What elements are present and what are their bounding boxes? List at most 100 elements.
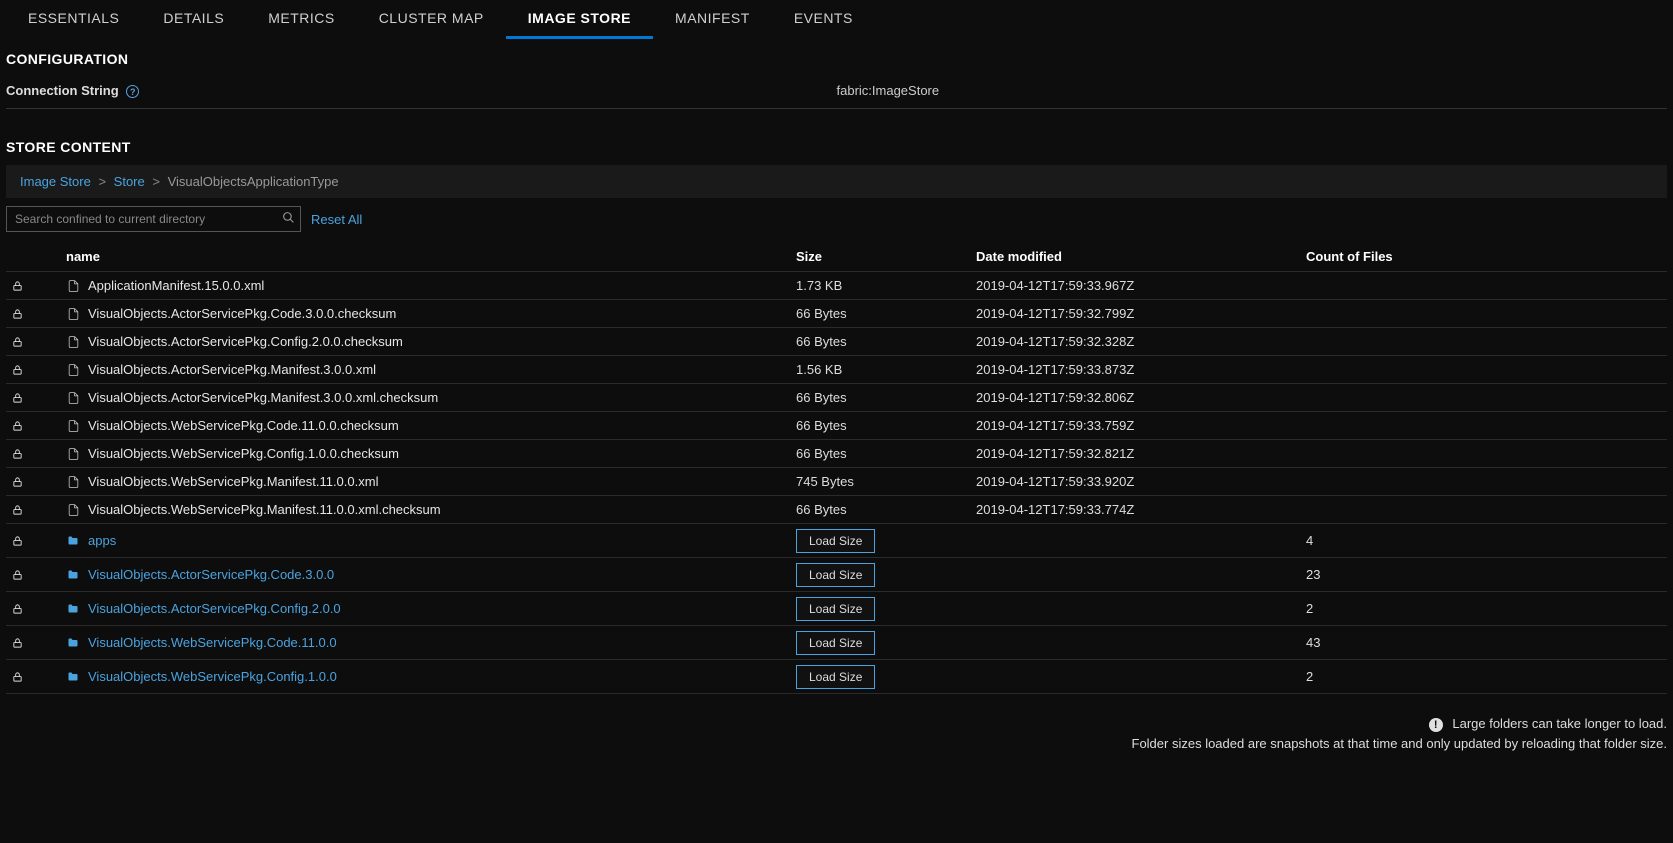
file-icon xyxy=(66,447,80,461)
date-cell: 2019-04-12T17:59:32.806Z xyxy=(976,390,1306,405)
size-cell: 66 Bytes xyxy=(796,446,976,461)
tab-image-store[interactable]: IMAGE STORE xyxy=(506,0,653,39)
lock-icon xyxy=(6,392,66,404)
col-size[interactable]: Size xyxy=(796,249,976,264)
lock-icon xyxy=(6,671,66,683)
lock-icon xyxy=(6,336,66,348)
file-name-cell: VisualObjects.ActorServicePkg.Config.2.0… xyxy=(66,334,796,349)
folder-name-cell[interactable]: VisualObjects.ActorServicePkg.Code.3.0.0 xyxy=(66,567,796,582)
table-row: appsLoad Size4 xyxy=(6,524,1667,558)
col-name[interactable]: name xyxy=(66,249,796,264)
file-icon xyxy=(66,307,80,321)
tab-events[interactable]: EVENTS xyxy=(772,0,875,39)
table-row: VisualObjects.ActorServicePkg.Manifest.3… xyxy=(6,356,1667,384)
folder-icon xyxy=(66,568,80,582)
search-input[interactable] xyxy=(6,206,301,232)
load-size-button[interactable]: Load Size xyxy=(796,665,875,689)
date-cell: 2019-04-12T17:59:32.328Z xyxy=(976,334,1306,349)
lock-icon xyxy=(6,504,66,516)
connection-string-label-text: Connection String xyxy=(6,83,119,98)
row-name: VisualObjects.WebServicePkg.Config.1.0.0… xyxy=(88,446,399,461)
file-name-cell: VisualObjects.WebServicePkg.Code.11.0.0.… xyxy=(66,418,796,433)
tab-metrics[interactable]: METRICS xyxy=(246,0,357,39)
lock-icon xyxy=(6,448,66,460)
lock-icon xyxy=(6,420,66,432)
tab-essentials[interactable]: ESSENTIALS xyxy=(6,0,141,39)
config-row: Connection String ? fabric:ImageStore xyxy=(6,77,1667,109)
lock-icon xyxy=(6,637,66,649)
file-name-cell: VisualObjects.ActorServicePkg.Manifest.3… xyxy=(66,390,796,405)
row-name[interactable]: VisualObjects.WebServicePkg.Code.11.0.0 xyxy=(88,635,337,650)
size-cell: Load Size xyxy=(796,529,976,553)
configuration-heading: CONFIGURATION xyxy=(6,51,1667,67)
col-date[interactable]: Date modified xyxy=(976,249,1306,264)
table-row: VisualObjects.ActorServicePkg.Code.3.0.0… xyxy=(6,300,1667,328)
count-cell: 2 xyxy=(1306,601,1667,616)
size-cell: 1.73 KB xyxy=(796,278,976,293)
store-table: name Size Date modified Count of Files A… xyxy=(6,242,1667,694)
lock-icon xyxy=(6,476,66,488)
row-name: VisualObjects.ActorServicePkg.Manifest.3… xyxy=(88,362,376,377)
footer-line2: Folder sizes loaded are snapshots at tha… xyxy=(6,734,1667,754)
size-cell: 745 Bytes xyxy=(796,474,976,489)
row-name[interactable]: VisualObjects.ActorServicePkg.Config.2.0… xyxy=(88,601,341,616)
tab-bar: ESSENTIALSDETAILSMETRICSCLUSTER MAPIMAGE… xyxy=(6,0,1667,39)
table-row: VisualObjects.WebServicePkg.Manifest.11.… xyxy=(6,468,1667,496)
lock-icon xyxy=(6,603,66,615)
folder-icon xyxy=(66,636,80,650)
load-size-button[interactable]: Load Size xyxy=(796,563,875,587)
table-row: VisualObjects.WebServicePkg.Config.1.0.0… xyxy=(6,440,1667,468)
folder-name-cell[interactable]: VisualObjects.WebServicePkg.Code.11.0.0 xyxy=(66,635,796,650)
connection-string-value: fabric:ImageStore xyxy=(837,83,940,98)
file-name-cell: VisualObjects.ActorServicePkg.Manifest.3… xyxy=(66,362,796,377)
row-name: ApplicationManifest.15.0.0.xml xyxy=(88,278,264,293)
row-name[interactable]: VisualObjects.ActorServicePkg.Code.3.0.0 xyxy=(88,567,334,582)
tab-manifest[interactable]: MANIFEST xyxy=(653,0,772,39)
lock-icon xyxy=(6,364,66,376)
help-icon[interactable]: ? xyxy=(126,85,139,98)
size-cell: 66 Bytes xyxy=(796,502,976,517)
breadcrumb-store[interactable]: Store xyxy=(114,174,145,189)
table-row: VisualObjects.WebServicePkg.Config.1.0.0… xyxy=(6,660,1667,694)
row-name: VisualObjects.WebServicePkg.Manifest.11.… xyxy=(88,502,441,517)
lock-icon xyxy=(6,308,66,320)
table-row: VisualObjects.ActorServicePkg.Code.3.0.0… xyxy=(6,558,1667,592)
info-icon: ! xyxy=(1429,718,1443,732)
date-cell: 2019-04-12T17:59:33.920Z xyxy=(976,474,1306,489)
file-icon xyxy=(66,363,80,377)
col-count[interactable]: Count of Files xyxy=(1306,249,1667,264)
reset-all-link[interactable]: Reset All xyxy=(311,212,362,227)
folder-name-cell[interactable]: apps xyxy=(66,533,796,548)
size-cell: 66 Bytes xyxy=(796,334,976,349)
count-cell: 43 xyxy=(1306,635,1667,650)
load-size-button[interactable]: Load Size xyxy=(796,529,875,553)
size-cell: Load Size xyxy=(796,563,976,587)
file-name-cell: ApplicationManifest.15.0.0.xml xyxy=(66,278,796,293)
load-size-button[interactable]: Load Size xyxy=(796,597,875,621)
file-name-cell: VisualObjects.WebServicePkg.Manifest.11.… xyxy=(66,502,796,517)
file-name-cell: VisualObjects.ActorServicePkg.Code.3.0.0… xyxy=(66,306,796,321)
tab-cluster-map[interactable]: CLUSTER MAP xyxy=(357,0,506,39)
size-cell: Load Size xyxy=(796,665,976,689)
size-cell: 1.56 KB xyxy=(796,362,976,377)
breadcrumb-image-store[interactable]: Image Store xyxy=(20,174,91,189)
size-cell: 66 Bytes xyxy=(796,390,976,405)
date-cell: 2019-04-12T17:59:32.799Z xyxy=(976,306,1306,321)
file-name-cell: VisualObjects.WebServicePkg.Manifest.11.… xyxy=(66,474,796,489)
file-icon xyxy=(66,391,80,405)
tab-details[interactable]: DETAILS xyxy=(141,0,246,39)
row-name: VisualObjects.ActorServicePkg.Manifest.3… xyxy=(88,390,438,405)
folder-name-cell[interactable]: VisualObjects.ActorServicePkg.Config.2.0… xyxy=(66,601,796,616)
store-content-heading: STORE CONTENT xyxy=(6,139,1667,155)
load-size-button[interactable]: Load Size xyxy=(796,631,875,655)
table-row: VisualObjects.WebServicePkg.Manifest.11.… xyxy=(6,496,1667,524)
table-row: VisualObjects.ActorServicePkg.Config.2.0… xyxy=(6,328,1667,356)
breadcrumb-sep: > xyxy=(152,174,160,189)
row-name[interactable]: apps xyxy=(88,533,116,548)
row-name[interactable]: VisualObjects.WebServicePkg.Config.1.0.0 xyxy=(88,669,337,684)
folder-name-cell[interactable]: VisualObjects.WebServicePkg.Config.1.0.0 xyxy=(66,669,796,684)
date-cell: 2019-04-12T17:59:33.967Z xyxy=(976,278,1306,293)
breadcrumb: Image Store > Store > VisualObjectsAppli… xyxy=(6,165,1667,198)
size-cell: 66 Bytes xyxy=(796,306,976,321)
size-cell: Load Size xyxy=(796,597,976,621)
